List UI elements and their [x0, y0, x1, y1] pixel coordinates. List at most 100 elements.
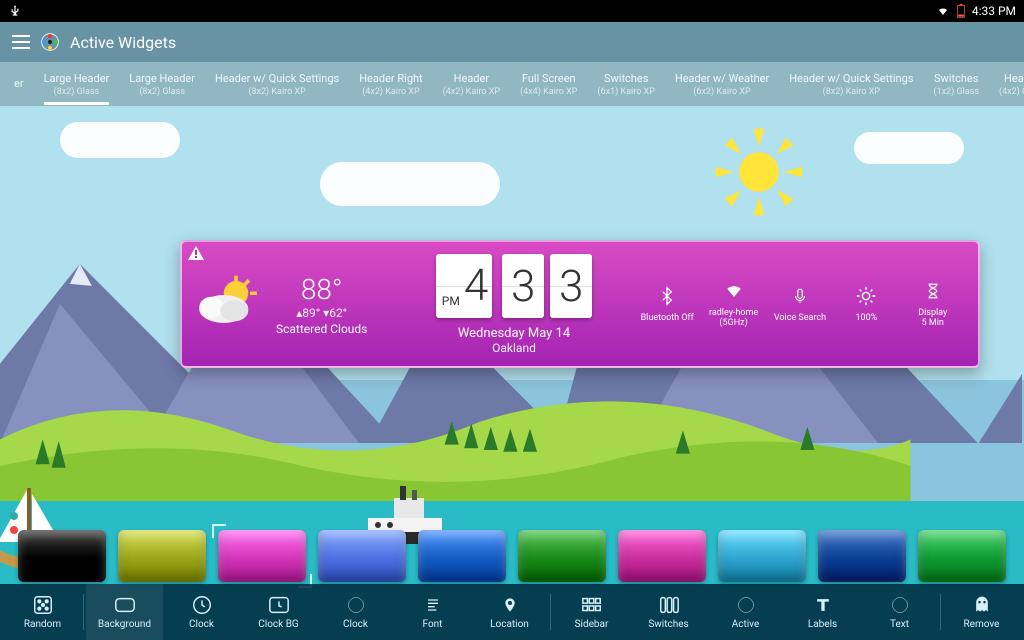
color-swatch[interactable] — [318, 530, 406, 582]
toolbar-location[interactable]: Location — [471, 584, 548, 640]
toolbar-font[interactable]: Font — [394, 584, 471, 640]
color-swatch[interactable] — [118, 530, 206, 582]
toolbar-clock[interactable]: Clock — [317, 584, 394, 640]
widget-tab[interactable]: Large Header(8x2) Glass — [34, 68, 120, 101]
toolbar-label: Remove — [964, 619, 1000, 630]
switches-icon — [658, 594, 680, 616]
widget-tab[interactable]: Large Header(8x2) Glass — [119, 68, 205, 101]
app-bar: Active Widgets — [0, 22, 1024, 62]
toggle-brightness[interactable]: 100% — [834, 285, 898, 323]
pin-icon — [499, 594, 521, 616]
widget-tab[interactable]: Header Right(4x2) Kairo XP — [349, 68, 432, 101]
sun-icon — [714, 127, 804, 217]
clock-ampm: PM — [442, 294, 460, 308]
color-swatch[interactable] — [618, 530, 706, 582]
widget-tab[interactable]: Header(4x2) Glass — [989, 68, 1024, 101]
toolbar-label: Clock — [189, 619, 214, 630]
clock-location: Oakland — [492, 341, 536, 355]
color-swatch[interactable] — [818, 530, 906, 582]
clock-min-tens: 3 — [502, 254, 544, 318]
clock-hour: 4 — [464, 256, 488, 314]
bottom-toolbar: Random Background Clock Clock BG Clock Font Lo… — [0, 584, 1024, 640]
weather-description: Scattered Clouds — [276, 322, 367, 336]
weather-block[interactable]: 88° ▴89° ▾62° Scattered Clouds — [194, 273, 404, 336]
ghost-icon — [971, 594, 993, 616]
toolbar-clock-bg[interactable]: Clock BG — [240, 584, 317, 640]
toggle-label: Bluetooth Off — [641, 313, 694, 323]
orb-icon — [889, 594, 911, 616]
toolbar-label: Switches — [648, 619, 688, 630]
bluetooth-icon — [656, 285, 678, 307]
brightness-icon — [855, 285, 877, 307]
alert-badge-icon — [188, 246, 204, 260]
battery-icon — [956, 4, 966, 18]
clock-block[interactable]: PM 4 3 3 Wednesday May 14 Oakland — [404, 254, 624, 355]
temperature-current: 88° — [276, 273, 367, 306]
toolbar-label: Clock BG — [258, 619, 298, 630]
toggle-bluetooth[interactable]: Bluetooth Off — [635, 285, 699, 323]
wifi-icon — [723, 280, 745, 302]
toggle-mic[interactable]: Voice Search — [768, 285, 832, 323]
toggle-label: Voice Search — [774, 313, 826, 323]
toolbar-label: Font — [423, 619, 443, 630]
toolbar-sidebar[interactable]: Sidebar — [553, 584, 630, 640]
wifi-icon — [936, 5, 950, 17]
dice-icon — [32, 594, 54, 616]
status-time: 4:33 PM — [972, 4, 1016, 18]
widget-tab[interactable]: Full Screen(4x4) Kairo XP — [510, 68, 587, 101]
color-swatch[interactable] — [918, 530, 1006, 582]
app-logo-icon — [40, 32, 60, 52]
toggle-label: 100% — [855, 313, 877, 323]
toolbar-background[interactable]: Background — [86, 584, 163, 640]
toolbar-label: Text — [890, 619, 909, 630]
grid-icon — [581, 594, 603, 616]
widget-tab[interactable]: Header w/ Weather(6x2) Kairo XP — [665, 68, 779, 101]
color-swatch[interactable] — [18, 530, 106, 582]
toolbar-clock[interactable]: Clock — [163, 584, 240, 640]
toolbar-label: Active — [732, 619, 760, 630]
color-swatch[interactable] — [218, 530, 306, 582]
quick-toggles: Bluetooth Off radley-home(5GHz) Voice Sear… — [624, 280, 966, 328]
color-swatch[interactable] — [418, 530, 506, 582]
widget-tab[interactable]: Header w/ Quick Settings(8x2) Kairo XP — [779, 68, 923, 101]
toggle-hourglass[interactable]: Display5 Min — [901, 280, 965, 328]
widget-tab[interactable]: Switches(1x2) Glass — [923, 68, 989, 101]
color-swatch[interactable] — [718, 530, 806, 582]
temperature-high: ▴89° — [296, 306, 320, 320]
menu-icon[interactable] — [12, 35, 30, 49]
orb-icon — [735, 594, 757, 616]
usb-icon — [8, 4, 22, 18]
color-swatch[interactable] — [518, 530, 606, 582]
widget-tab[interactable]: Switches(6x1) Kairo XP — [587, 68, 664, 101]
toolbar-labels[interactable]: Labels — [784, 584, 861, 640]
toolbar-switches[interactable]: Switches — [630, 584, 707, 640]
clock-icon — [191, 594, 213, 616]
header-widget-preview: 88° ▴89° ▾62° Scattered Clouds PM 4 3 3 … — [180, 240, 980, 368]
toolbar-label: Labels — [808, 619, 837, 630]
widget-tab[interactable]: er — [4, 73, 34, 96]
toolbar-label: Background — [98, 619, 151, 630]
toolbar-label: Sidebar — [575, 619, 609, 630]
toolbar-random[interactable]: Random — [4, 584, 81, 640]
weather-partly-cloudy-icon — [194, 274, 264, 334]
toolbar-active[interactable]: Active — [707, 584, 784, 640]
rect-icon — [114, 594, 136, 616]
toolbar-remove[interactable]: Remove — [943, 584, 1020, 640]
orb-icon — [345, 594, 367, 616]
toolbar-text[interactable]: Text — [861, 584, 938, 640]
android-status-bar: 4:33 PM — [0, 0, 1024, 22]
clock-min-ones: 3 — [550, 254, 592, 318]
clockbg-icon — [268, 594, 290, 616]
toolbar-label: Location — [490, 619, 529, 630]
toolbar-label: Clock — [343, 619, 368, 630]
text-icon — [812, 594, 834, 616]
mic-icon — [789, 285, 811, 307]
color-swatch-row — [18, 530, 1006, 582]
widget-tabs-row: erLarge Header(8x2) GlassLarge Header(8x… — [0, 62, 1024, 106]
toggle-wifi[interactable]: radley-home(5GHz) — [702, 280, 766, 328]
widget-tab[interactable]: Header w/ Quick Settings(8x2) Kairo XP — [205, 68, 349, 101]
hourglass-icon — [922, 280, 944, 302]
widget-tab[interactable]: Header(4x2) Kairo XP — [433, 68, 510, 101]
toggle-label: radley-home(5GHz) — [709, 308, 758, 328]
clock-date: Wednesday May 14 — [458, 326, 570, 341]
